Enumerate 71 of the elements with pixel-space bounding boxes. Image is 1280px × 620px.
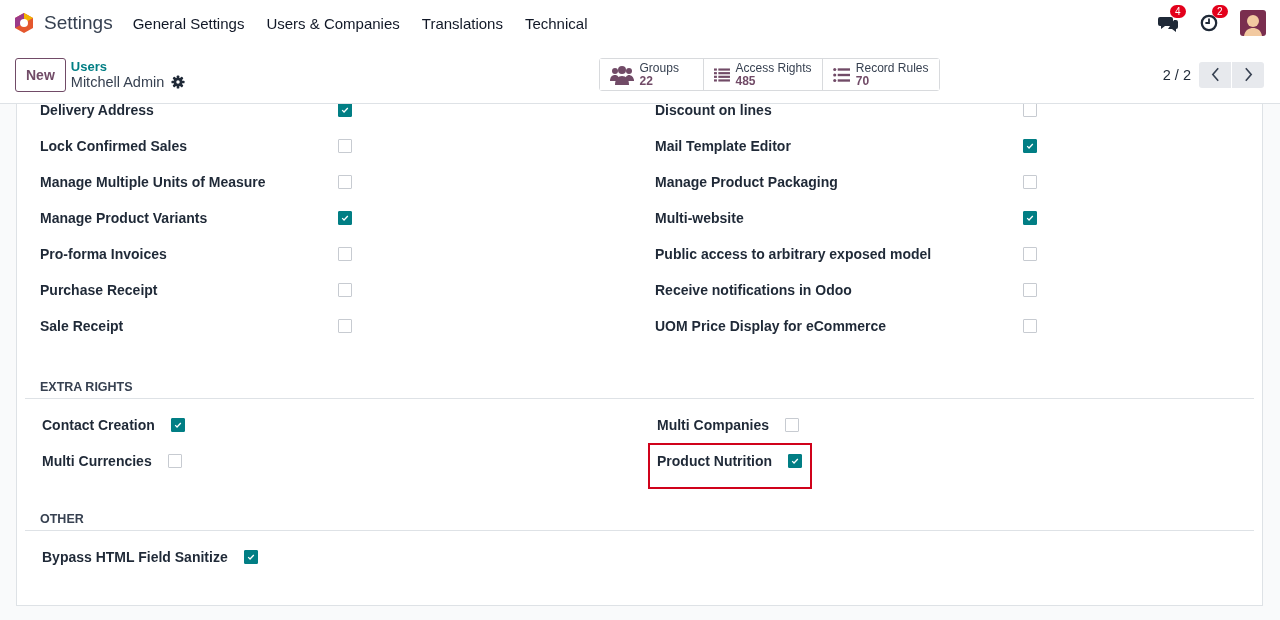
checkbox[interactable] — [243, 550, 258, 564]
field-label: Contact Creation — [42, 417, 155, 433]
check-icon — [173, 421, 182, 429]
checkbox[interactable] — [1023, 139, 1037, 153]
field-label: Manage Product Variants — [40, 210, 209, 226]
checkbox[interactable] — [788, 454, 803, 468]
chat-icon[interactable] — [1158, 14, 1178, 32]
new-button[interactable]: New — [15, 57, 66, 92]
field-label: Multi-website — [655, 210, 745, 226]
field-label: Multi Companies — [657, 417, 769, 433]
field-label: Pro-forma Invoices — [40, 246, 168, 262]
settings-icon[interactable] — [171, 75, 186, 89]
app-title[interactable]: Settings — [44, 12, 113, 34]
previous-button[interactable] — [1199, 61, 1231, 88]
field-label: Product Nutrition — [657, 453, 773, 469]
check-icon — [341, 106, 349, 114]
menu-item[interactable]: Users & Companies — [266, 14, 400, 32]
pager-value: 2 / 2 — [1162, 66, 1191, 83]
next-button[interactable] — [1232, 61, 1264, 88]
checkbox[interactable] — [1023, 319, 1037, 333]
notification-badge: 4 — [1170, 5, 1186, 18]
field-label: Delivery Address — [40, 104, 155, 118]
section-heading: EXTRA RIGHTS — [25, 380, 1254, 399]
list-icon — [713, 65, 730, 84]
users-icon — [609, 64, 634, 85]
app-logo-icon[interactable] — [14, 12, 34, 34]
checkbox[interactable] — [1023, 175, 1037, 189]
field-label: Public access to arbitrary exposed model — [655, 246, 933, 262]
notification-badge: 2 — [1212, 5, 1228, 18]
menu-item[interactable]: Technical — [524, 14, 588, 32]
checkbox[interactable] — [338, 283, 352, 297]
field-label: Bypass HTML Field Sanitize — [42, 549, 228, 565]
chevron-left-icon — [1210, 67, 1220, 82]
check-icon — [1026, 142, 1034, 150]
field-label: Receive notifications in Odoo — [655, 282, 853, 298]
field-label: Discount on lines — [655, 104, 773, 118]
checkbox[interactable] — [338, 139, 352, 153]
checkbox[interactable] — [338, 319, 352, 333]
field-label: Sale Receipt — [40, 318, 125, 334]
checkbox[interactable] — [785, 418, 799, 432]
checkbox[interactable] — [1023, 104, 1037, 117]
record-title: Mitchell Admin — [70, 74, 165, 90]
field-label: Lock Confirmed Sales — [40, 138, 189, 154]
checkbox[interactable] — [338, 211, 352, 225]
field-label: Mail Template Editor — [655, 138, 792, 154]
checkbox[interactable] — [338, 247, 352, 261]
checkbox[interactable] — [338, 104, 352, 117]
clock-icon[interactable] — [1200, 14, 1218, 32]
menu-item[interactable]: Translations — [421, 14, 503, 32]
smart-button[interactable]: Groups 22 — [599, 59, 704, 90]
check-icon — [341, 214, 349, 222]
check-icon — [1026, 214, 1034, 222]
checkbox[interactable] — [1023, 283, 1037, 297]
field-label: Multi Currencies — [42, 453, 152, 469]
avatar-icon[interactable] — [1240, 10, 1266, 36]
section-heading: OTHER — [25, 512, 1254, 531]
field-label: UOM Price Display for eCommerce — [655, 318, 888, 334]
check-icon — [246, 553, 255, 561]
chevron-right-icon — [1243, 67, 1253, 82]
checkbox[interactable] — [167, 454, 182, 468]
field-label: Purchase Receipt — [40, 282, 159, 298]
list-icon — [832, 65, 850, 84]
checkbox[interactable] — [338, 175, 352, 189]
checkbox[interactable] — [1023, 247, 1037, 261]
checkbox[interactable] — [1023, 211, 1037, 225]
field-label: Manage Product Packaging — [655, 174, 839, 190]
check-icon — [791, 457, 800, 465]
breadcrumb-link[interactable]: Users — [70, 59, 186, 74]
field-label: Manage Multiple Units of Measure — [40, 174, 267, 190]
menu-item[interactable]: General Settings — [132, 14, 245, 32]
checkbox[interactable] — [170, 418, 185, 432]
